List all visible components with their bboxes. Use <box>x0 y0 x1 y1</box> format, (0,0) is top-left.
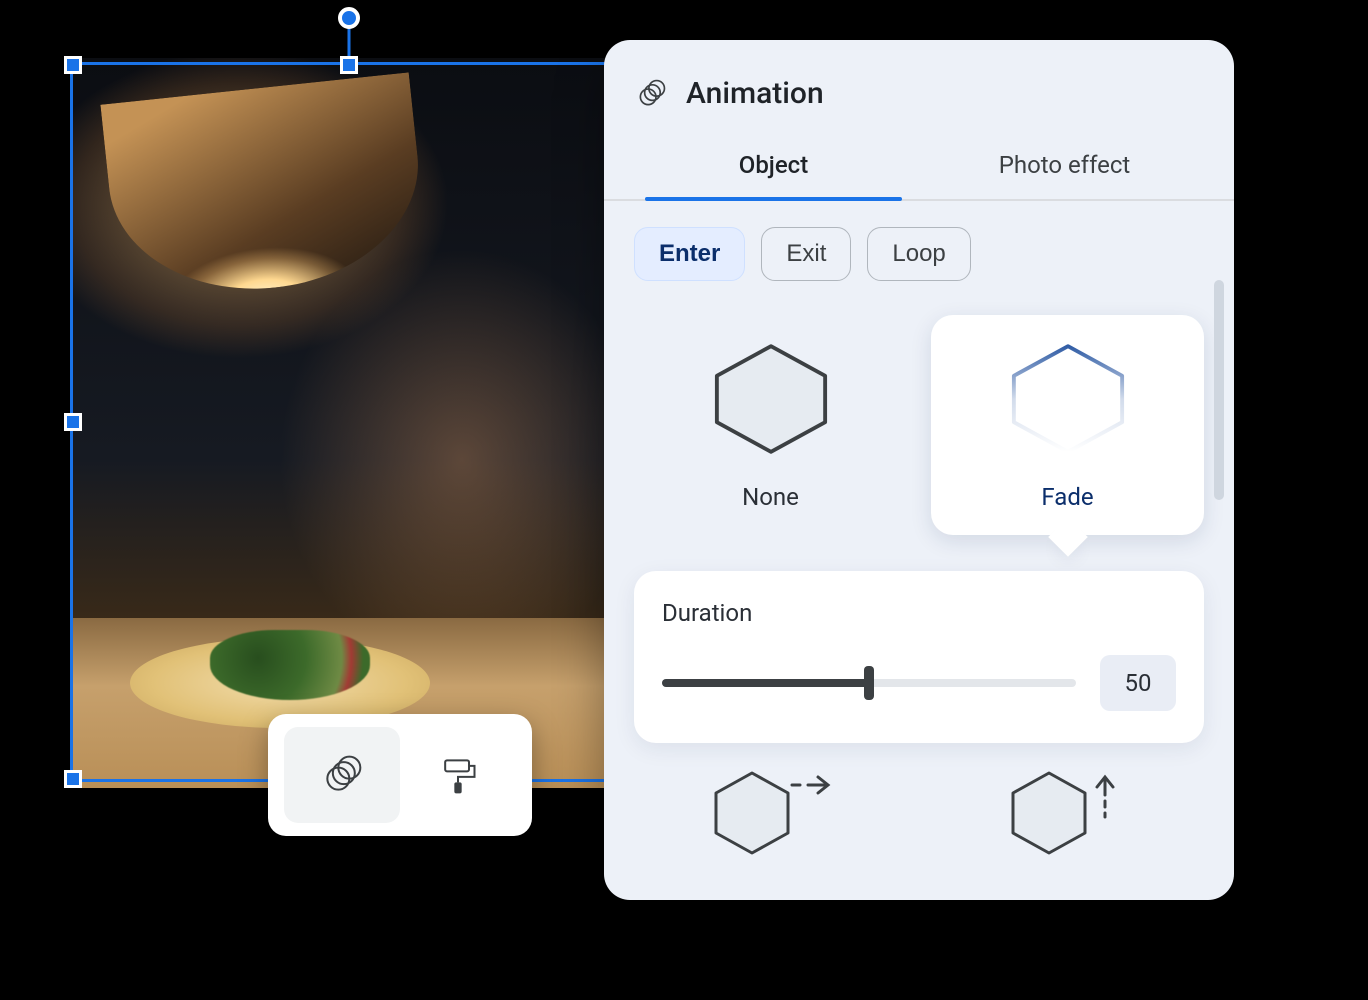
hexagon-arrow-right-icon <box>696 771 846 861</box>
duration-label: Duration <box>662 599 1176 627</box>
photo-placeholder <box>70 58 630 788</box>
tab-object[interactable]: Object <box>628 133 919 199</box>
option-slide-up[interactable] <box>931 771 1204 867</box>
canvas-image[interactable] <box>70 58 630 788</box>
chip-loop[interactable]: Loop <box>867 227 970 281</box>
animation-icon <box>320 753 364 797</box>
animation-options: None <box>634 315 1204 535</box>
style-button[interactable] <box>400 727 516 823</box>
rotation-handle[interactable] <box>338 7 360 29</box>
panel-header: Animation <box>604 40 1234 133</box>
animation-panel: Animation Object Photo effect Enter Exit… <box>604 40 1234 900</box>
more-options-peek <box>634 771 1204 867</box>
hexagon-arrow-up-icon <box>993 771 1143 861</box>
animation-icon <box>634 77 668 111</box>
option-fade[interactable]: Fade <box>931 315 1204 535</box>
duration-slider[interactable] <box>662 663 1076 703</box>
panel-title: Animation <box>686 76 824 111</box>
duration-value[interactable]: 50 <box>1100 655 1176 711</box>
chip-enter[interactable]: Enter <box>634 227 745 281</box>
floating-toolbar <box>268 714 532 836</box>
chip-exit[interactable]: Exit <box>761 227 851 281</box>
hexagon-icon <box>706 341 836 457</box>
animation-button[interactable] <box>284 727 400 823</box>
hexagon-fade-icon <box>1003 341 1133 457</box>
tab-photo-effect[interactable]: Photo effect <box>919 133 1210 199</box>
panel-scrollbar[interactable] <box>1214 280 1224 500</box>
option-label: Fade <box>1041 483 1093 511</box>
slider-fill <box>662 679 869 687</box>
option-label: None <box>742 483 799 511</box>
panel-tabs: Object Photo effect <box>604 133 1234 201</box>
duration-card: Duration 50 <box>634 571 1204 743</box>
slider-thumb[interactable] <box>864 666 874 700</box>
option-slide-right[interactable] <box>634 771 907 867</box>
paint-roller-icon <box>436 753 480 797</box>
rotation-stem <box>348 19 351 59</box>
option-none[interactable]: None <box>634 315 907 535</box>
phase-chips: Enter Exit Loop <box>634 227 1204 281</box>
